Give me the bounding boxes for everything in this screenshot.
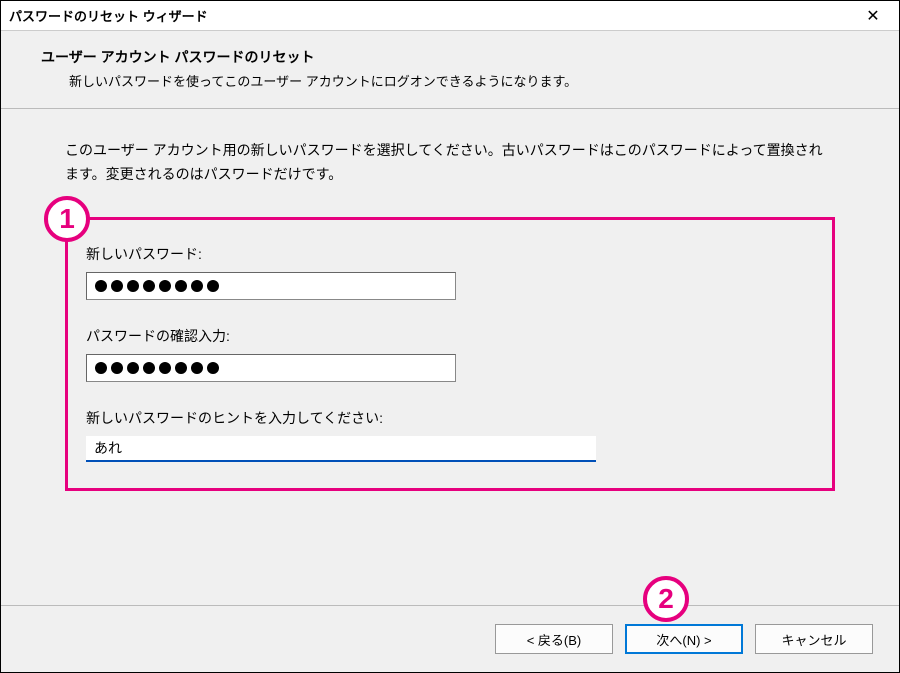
new-password-label: 新しいパスワード: [86,244,814,264]
header-subtitle: 新しいパスワードを使ってこのユーザー アカウントにログオンできるようになります。 [69,71,859,90]
password-dot-icon [159,280,171,292]
confirm-password-input[interactable] [86,354,456,382]
hint-label: 新しいパスワードのヒントを入力してください: [86,408,814,428]
confirm-password-label: パスワードの確認入力: [86,326,814,346]
wizard-window: パスワードのリセット ウィザード ✕ ユーザー アカウント パスワードのリセット… [0,0,900,673]
password-dot-icon [207,280,219,292]
password-dot-icon [191,280,203,292]
hint-group: 新しいパスワードのヒントを入力してください: [86,408,814,462]
new-password-input[interactable] [86,272,456,300]
password-dot-icon [191,362,203,374]
password-dot-icon [159,362,171,374]
password-dot-icon [143,280,155,292]
hint-input[interactable] [86,436,596,462]
titlebar: パスワードのリセット ウィザード ✕ [1,1,899,31]
instruction-text: このユーザー アカウント用の新しいパスワードを選択してください。古いパスワードは… [65,139,835,187]
header-title: ユーザー アカウント パスワードのリセット [41,47,859,67]
new-password-group: 新しいパスワード: [86,244,814,300]
callout-2: 2 [643,576,689,622]
password-dot-icon [207,362,219,374]
callout-1: 1 [44,196,90,242]
close-icon: ✕ [866,6,879,26]
confirm-password-group: パスワードの確認入力: [86,326,814,382]
window-title: パスワードのリセット ウィザード [9,6,208,25]
password-dot-icon [95,280,107,292]
password-dot-icon [127,280,139,292]
next-button[interactable]: 次へ(N) > [625,624,743,654]
footer: 2 < 戻る(B) 次へ(N) > キャンセル [1,605,899,672]
highlight-box: 1 新しいパスワード: パスワードの確認入力: 新しいパスワードのヒントを入力し… [65,217,835,491]
content-area: このユーザー アカウント用の新しいパスワードを選択してください。古いパスワードは… [1,109,899,605]
password-dot-icon [127,362,139,374]
password-dot-icon [95,362,107,374]
password-dot-icon [111,280,123,292]
password-dot-icon [175,280,187,292]
password-dot-icon [175,362,187,374]
close-button[interactable]: ✕ [851,2,895,30]
header-section: ユーザー アカウント パスワードのリセット 新しいパスワードを使ってこのユーザー… [1,31,899,109]
password-dot-icon [111,362,123,374]
back-button[interactable]: < 戻る(B) [495,624,613,654]
password-dot-icon [143,362,155,374]
cancel-button[interactable]: キャンセル [755,624,873,654]
